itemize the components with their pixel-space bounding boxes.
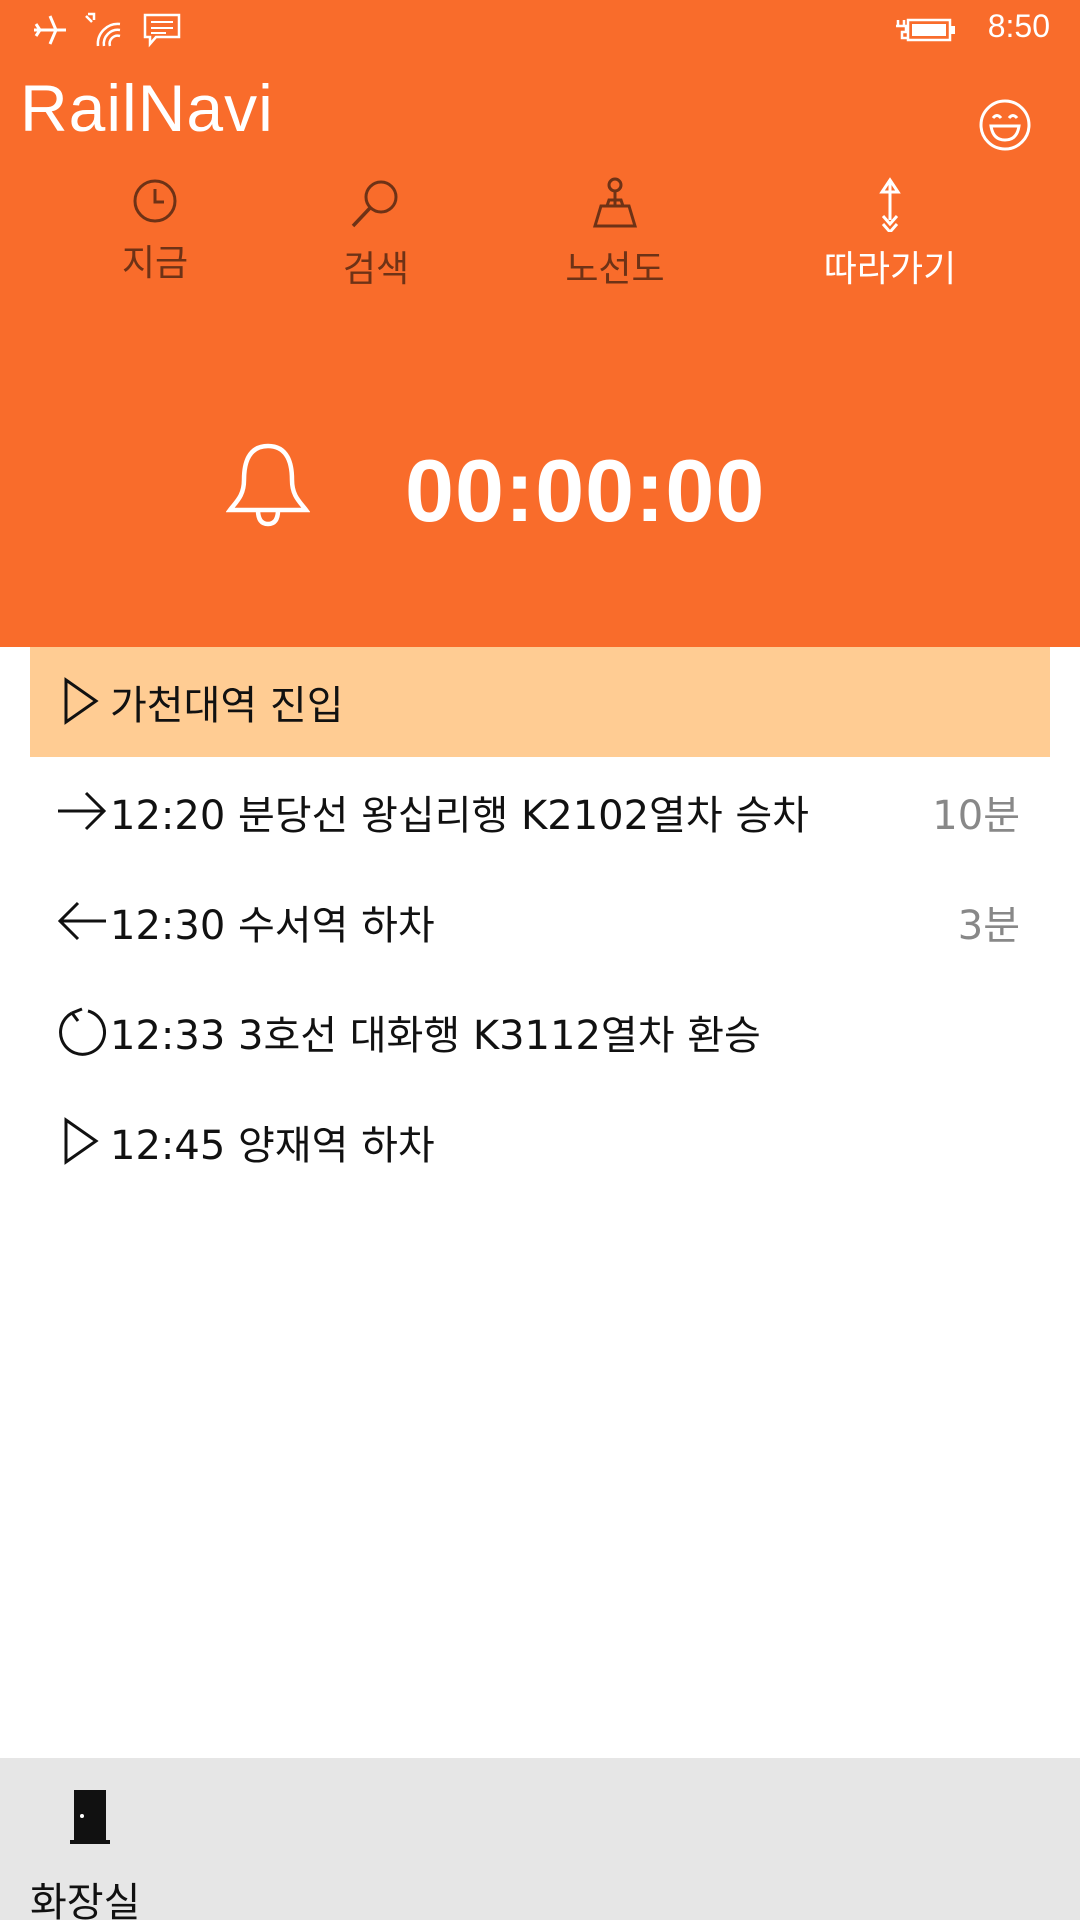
route-item[interactable]: 12:20 분당선 왕십리행 K2102열차 승차 10분 <box>30 757 1050 867</box>
route-item[interactable]: 12:33 3호선 대화행 K3112열차 환승 <box>30 977 1050 1087</box>
route-item-text: 가천대역 진입 <box>110 683 344 729</box>
route-item[interactable]: 12:30 수서역 하차 3분 <box>30 867 1050 977</box>
arrow-left-icon <box>57 901 106 941</box>
route-item-current[interactable]: 가천대역 진입 <box>30 647 1050 757</box>
route-item-text: 12:30 수서역 하차 <box>110 903 435 949</box>
tab-now[interactable]: 지금 <box>45 176 265 296</box>
message-icon <box>143 13 181 48</box>
timer-display: 00:00:00 <box>405 441 766 540</box>
route-item-text: 12:33 3호선 대화행 K3112열차 환승 <box>110 1013 761 1059</box>
arrow-right-icon <box>58 791 107 831</box>
tab-now-label: 지금 <box>121 243 189 284</box>
airplane-icon <box>34 15 66 45</box>
clock-icon <box>133 179 177 223</box>
wifi-icon <box>85 12 121 47</box>
play-triangle-icon <box>64 677 99 725</box>
bottom-app-bar: 화장실 <box>0 1758 1080 1926</box>
battery-charging-icon <box>896 18 955 42</box>
refresh-icon <box>59 1007 106 1056</box>
tab-route-map[interactable]: 노선도 <box>505 176 725 296</box>
app-title: RailNavi <box>20 71 274 145</box>
restroom-button-label: 화장실 <box>30 1880 141 1926</box>
route-item-duration: 3분 <box>957 903 1020 949</box>
tab-follow-label: 따라가기 <box>823 249 957 290</box>
tab-follow[interactable]: 따라가기 <box>780 176 1000 296</box>
status-time: 8:50 <box>987 8 1050 44</box>
route-item-duration: 10분 <box>932 793 1020 839</box>
tab-search[interactable]: 검색 <box>266 176 486 296</box>
app-header: 8:50 RailNavi 지금 검색 노선도 따라가기 00:00:00 <box>0 0 1080 647</box>
bell-icon[interactable] <box>226 440 310 530</box>
route-item-text: 12:20 분당선 왕십리행 K2102열차 승차 <box>110 793 809 839</box>
smiley-icon[interactable] <box>978 98 1032 152</box>
restroom-button[interactable]: 화장실 <box>26 1786 146 1926</box>
map-pin-icon <box>592 177 638 228</box>
door-icon <box>70 1790 110 1844</box>
search-icon <box>351 180 398 228</box>
play-triangle-icon <box>64 1117 99 1165</box>
route-item-text: 12:45 양재역 하차 <box>110 1123 435 1169</box>
follow-arrow-icon <box>879 177 901 232</box>
tab-route-map-label: 노선도 <box>565 249 665 290</box>
route-item[interactable]: 12:45 양재역 하차 <box>30 1087 1050 1197</box>
tab-search-label: 검색 <box>342 249 410 290</box>
